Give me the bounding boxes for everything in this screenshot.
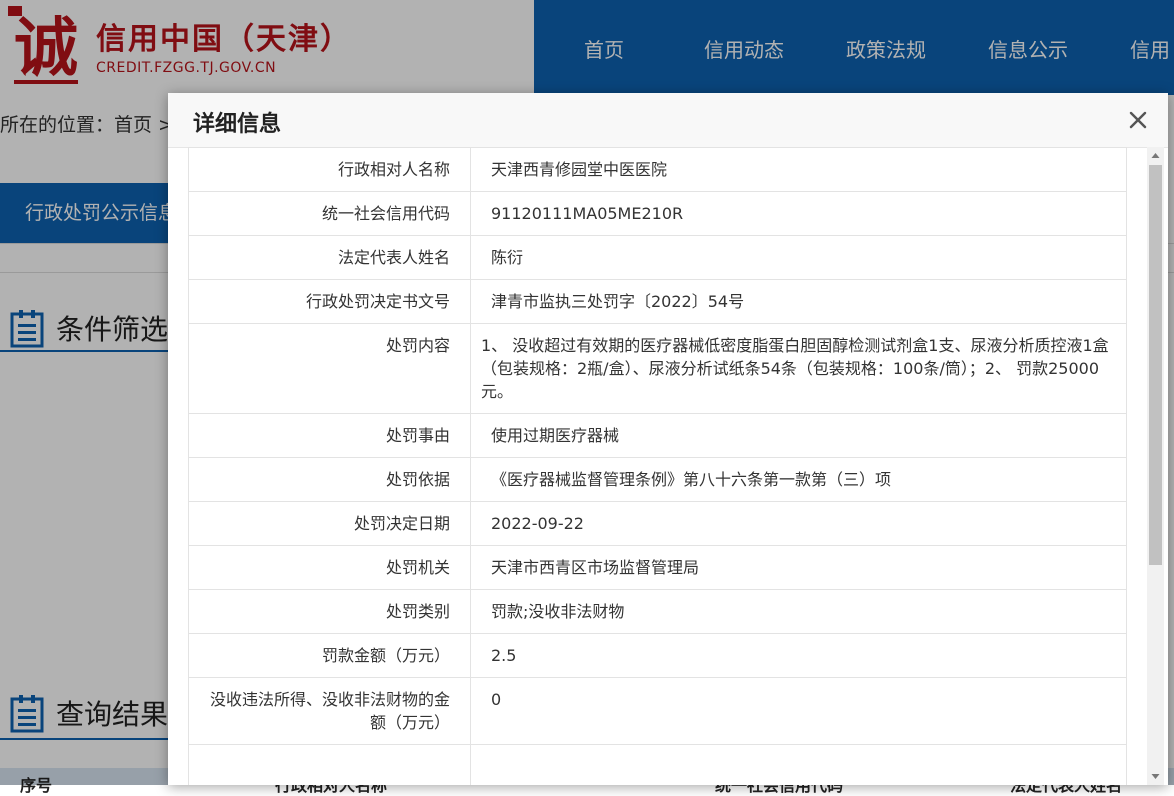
table-row: 处罚内容 1、 没收超过有效期的医疗器械低密度脂蛋白胆固醇检测试剂盒1支、尿液分… bbox=[188, 323, 1127, 414]
row-value: 2022-09-22 bbox=[470, 501, 1127, 546]
table-row bbox=[188, 744, 1127, 785]
table-row: 处罚机关 天津市西青区市场监督管理局 bbox=[188, 545, 1127, 590]
modal-header: 详细信息 bbox=[168, 93, 1168, 148]
close-icon[interactable] bbox=[1123, 105, 1153, 135]
row-value: 使用过期医疗器械 bbox=[470, 413, 1127, 458]
modal-title: 详细信息 bbox=[193, 112, 282, 137]
row-label: 处罚事由 bbox=[188, 413, 471, 458]
row-value: 陈衍 bbox=[470, 235, 1127, 280]
row-label: 处罚机关 bbox=[188, 545, 471, 590]
table-row: 法定代表人姓名 陈衍 bbox=[188, 235, 1127, 280]
row-label: 处罚类别 bbox=[188, 589, 471, 634]
row-value: 0 bbox=[470, 677, 1127, 745]
table-row: 行政处罚决定书文号 津青市监执三处罚字〔2022〕54号 bbox=[188, 279, 1127, 324]
row-label: 行政相对人名称 bbox=[188, 147, 471, 192]
row-label: 罚款金额（万元） bbox=[188, 633, 471, 678]
row-value: 津青市监执三处罚字〔2022〕54号 bbox=[470, 279, 1127, 324]
table-row: 行政相对人名称 天津西青修园堂中医医院 bbox=[188, 147, 1127, 192]
table-row: 处罚类别 罚款;没收非法财物 bbox=[188, 589, 1127, 634]
row-value: 天津市西青区市场监督管理局 bbox=[470, 545, 1127, 590]
row-value: 91120111MA05ME210R bbox=[470, 191, 1127, 236]
row-value: 《医疗器械监督管理条例》第八十六条第一款第（三）项 bbox=[470, 457, 1127, 502]
row-label: 处罚内容 bbox=[188, 323, 471, 414]
scroll-up-arrow-icon[interactable] bbox=[1147, 147, 1164, 164]
table-row: 处罚决定日期 2022-09-22 bbox=[188, 501, 1127, 546]
row-label: 法定代表人姓名 bbox=[188, 235, 471, 280]
row-value: 2.5 bbox=[470, 633, 1127, 678]
table-row: 罚款金额（万元） 2.5 bbox=[188, 633, 1127, 678]
scrollbar-thumb[interactable] bbox=[1149, 165, 1162, 565]
table-row: 处罚依据 《医疗器械监督管理条例》第八十六条第一款第（三）项 bbox=[188, 457, 1127, 502]
row-label: 行政处罚决定书文号 bbox=[188, 279, 471, 324]
detail-table: 行政相对人名称 天津西青修园堂中医医院 统一社会信用代码 91120111MA0… bbox=[188, 147, 1127, 785]
table-row: 没收违法所得、没收非法财物的金额（万元） 0 bbox=[188, 677, 1127, 745]
row-label: 统一社会信用代码 bbox=[188, 191, 471, 236]
row-value: 天津西青修园堂中医医院 bbox=[470, 147, 1127, 192]
scroll-down-arrow-icon[interactable] bbox=[1147, 768, 1164, 785]
row-label bbox=[188, 744, 471, 785]
row-value: 1、 没收超过有效期的医疗器械低密度脂蛋白胆固醇检测试剂盒1支、尿液分析质控液1… bbox=[470, 323, 1127, 414]
table-row: 统一社会信用代码 91120111MA05ME210R bbox=[188, 191, 1127, 236]
row-value bbox=[470, 744, 1127, 785]
modal-scrollbar[interactable] bbox=[1147, 147, 1164, 785]
modal-body: 行政相对人名称 天津西青修园堂中医医院 统一社会信用代码 91120111MA0… bbox=[168, 147, 1168, 785]
row-value: 罚款;没收非法财物 bbox=[470, 589, 1127, 634]
row-label: 没收违法所得、没收非法财物的金额（万元） bbox=[188, 677, 471, 745]
detail-modal: 详细信息 行政相对人名称 天津西青修园堂中医医院 统一社会信用代码 911201… bbox=[168, 93, 1168, 785]
row-label: 处罚决定日期 bbox=[188, 501, 471, 546]
table-row: 处罚事由 使用过期医疗器械 bbox=[188, 413, 1127, 458]
row-label: 处罚依据 bbox=[188, 457, 471, 502]
